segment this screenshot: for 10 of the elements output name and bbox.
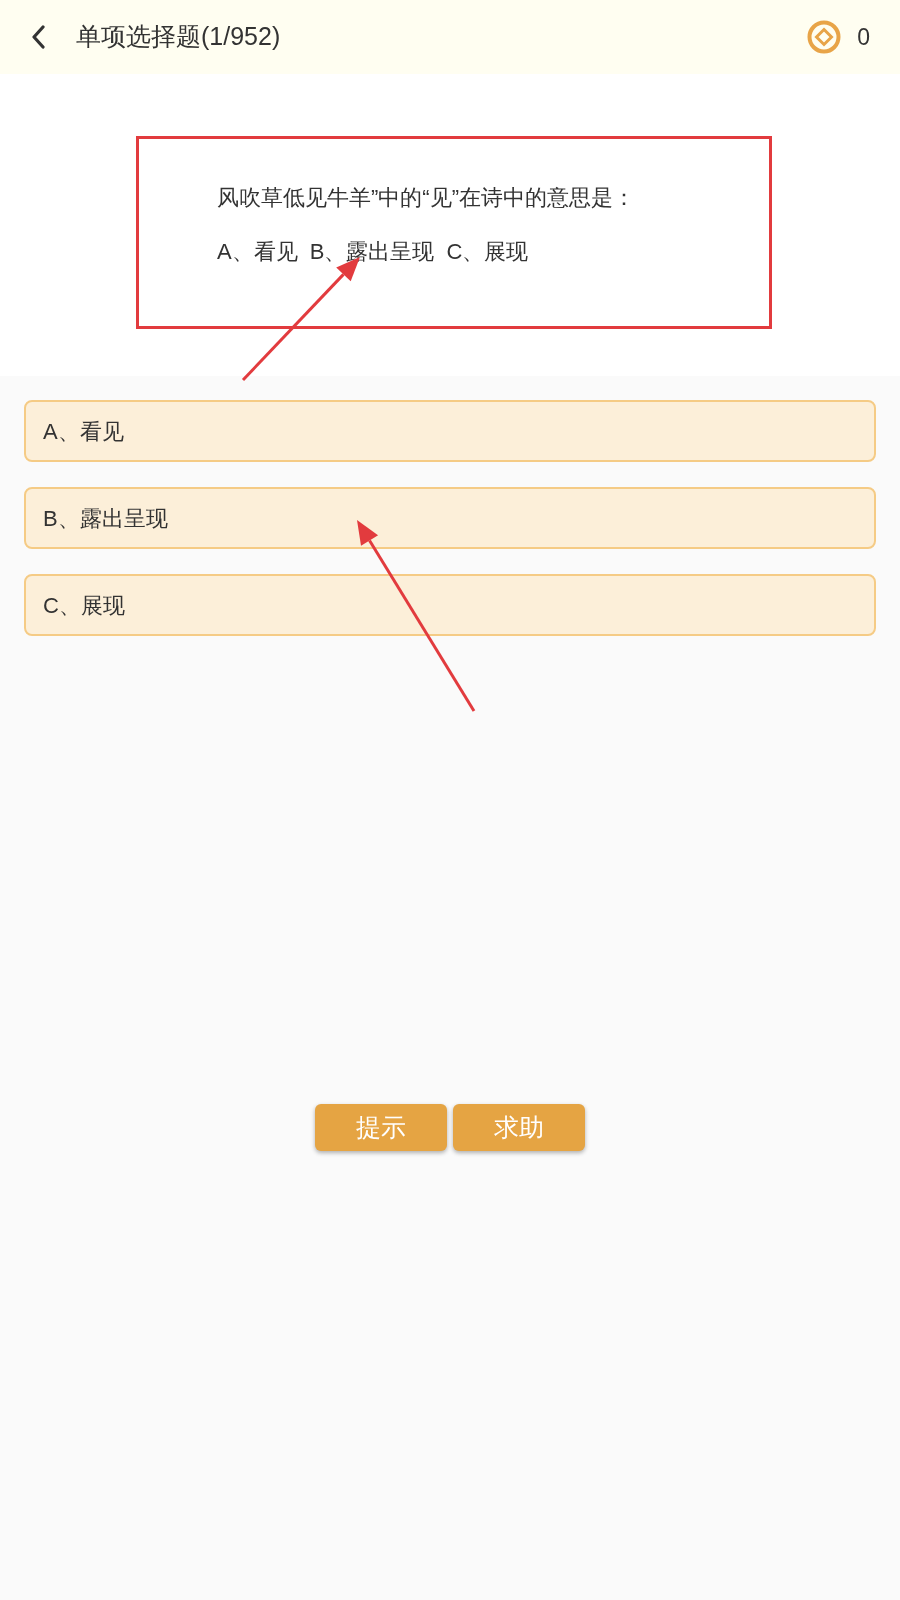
coin-icon bbox=[807, 20, 842, 54]
answer-option[interactable]: B、露出呈现 bbox=[24, 487, 876, 549]
answer-option[interactable]: C、展现 bbox=[24, 574, 876, 636]
coin-count: 0 bbox=[857, 22, 870, 52]
choice-text: C、展现 bbox=[446, 238, 529, 266]
page-title: 单项选择题(1/952) bbox=[76, 21, 281, 53]
choice-text: B、露出呈现 bbox=[309, 238, 435, 266]
question-text: 风吹草低见牛羊”中的“见”在诗中的意思是： bbox=[217, 184, 635, 212]
answer-option[interactable]: A、看见 bbox=[24, 400, 876, 462]
choice-text: A、看见 bbox=[217, 238, 298, 266]
